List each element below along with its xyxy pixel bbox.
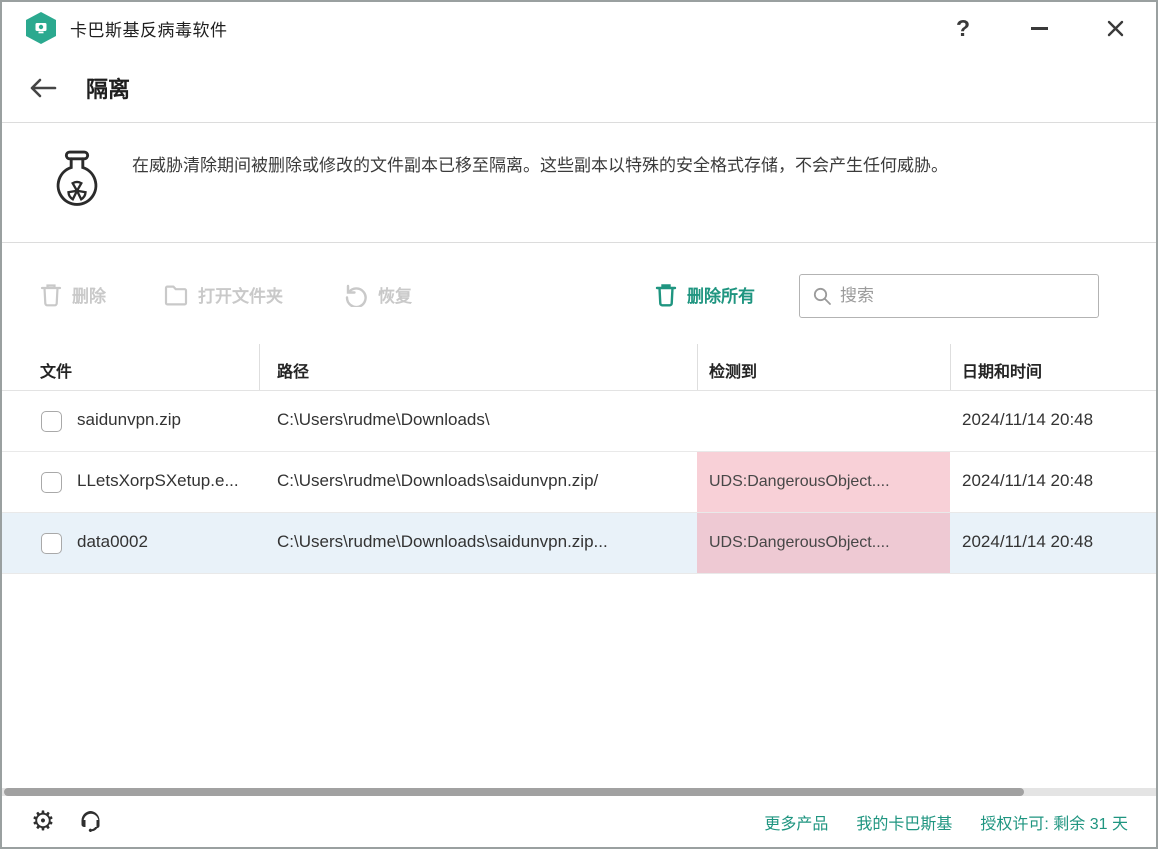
trash-all-icon xyxy=(655,283,677,307)
search-box[interactable] xyxy=(799,274,1099,318)
close-button[interactable] xyxy=(1102,15,1128,41)
help-button[interactable]: ? xyxy=(950,15,976,41)
quarantine-flask-icon xyxy=(46,148,108,225)
kaspersky-logo-icon xyxy=(26,12,56,44)
page-title: 隔离 xyxy=(86,72,130,104)
cell-file: LLetsXorpSXetup.e... xyxy=(77,471,239,491)
delete-all-label: 删除所有 xyxy=(687,282,755,307)
quarantine-description: 在威胁清除期间被删除或修改的文件副本已移至隔离。这些副本以特殊的安全格式存储，不… xyxy=(132,152,1132,181)
window-controls: ? xyxy=(950,15,1128,41)
quarantine-info-section: 在威胁清除期间被删除或修改的文件副本已移至隔离。这些副本以特殊的安全格式存储，不… xyxy=(2,124,1156,243)
cell-path: C:\Users\rudme\Downloads\ xyxy=(277,410,490,430)
quarantine-table: 文件 路径 检测到 日期和时间 saidunvpn.zip C:\Users\r… xyxy=(2,344,1156,574)
table-row[interactable]: LLetsXorpSXetup.e... C:\Users\rudme\Down… xyxy=(2,452,1156,513)
back-button[interactable] xyxy=(28,73,62,103)
cell-file: data0002 xyxy=(77,532,148,552)
cell-file: saidunvpn.zip xyxy=(77,410,181,430)
row-checkbox[interactable] xyxy=(41,533,62,554)
footer-links: 更多产品 我的卡巴斯基 授权许可: 剩余 31 天 xyxy=(764,810,1128,834)
headset-icon xyxy=(78,809,104,835)
open-folder-button[interactable]: 打开文件夹 xyxy=(164,282,283,307)
column-header-file[interactable]: 文件 xyxy=(40,358,72,382)
gear-icon: ⚙ xyxy=(31,808,55,835)
more-products-link[interactable]: 更多产品 xyxy=(764,810,828,834)
cell-datetime: 2024/11/14 20:48 xyxy=(962,471,1093,491)
restore-label: 恢复 xyxy=(378,282,412,307)
table-header: 文件 路径 检测到 日期和时间 xyxy=(2,344,1156,391)
footer-bar: ⚙ 更多产品 我的卡巴斯基 授权许可: 剩余 31 天 xyxy=(2,796,1156,847)
open-folder-label: 打开文件夹 xyxy=(198,282,283,307)
column-divider xyxy=(697,344,698,390)
cell-path: C:\Users\rudme\Downloads\saidunvpn.zip..… xyxy=(277,532,608,552)
close-icon xyxy=(1107,20,1124,37)
minimize-icon xyxy=(1031,27,1048,30)
title-bar: 卡巴斯基反病毒软件 ? xyxy=(2,2,1156,54)
column-header-path[interactable]: 路径 xyxy=(277,358,309,382)
cell-path: C:\Users\rudme\Downloads\saidunvpn.zip/ xyxy=(277,471,598,491)
column-divider xyxy=(950,344,951,390)
restore-icon xyxy=(344,283,368,307)
page-header: 隔离 xyxy=(2,54,1156,123)
toolbar: 删除 打开文件夹 恢复 删除所有 xyxy=(2,260,1156,330)
delete-button[interactable]: 删除 xyxy=(40,282,106,307)
search-input[interactable] xyxy=(840,286,1086,306)
horizontal-scrollbar[interactable] xyxy=(2,788,1156,796)
table-row[interactable]: saidunvpn.zip C:\Users\rudme\Downloads\ … xyxy=(2,391,1156,452)
folder-icon xyxy=(164,284,188,306)
search-icon xyxy=(812,286,832,306)
settings-button[interactable]: ⚙ xyxy=(28,807,58,837)
trash-icon xyxy=(40,283,62,307)
column-header-detected[interactable]: 检测到 xyxy=(709,358,757,382)
delete-label: 删除 xyxy=(72,282,106,307)
cell-datetime: 2024/11/14 20:48 xyxy=(962,532,1093,552)
back-arrow-icon xyxy=(28,76,58,100)
restore-button[interactable]: 恢复 xyxy=(344,282,412,307)
cell-datetime: 2024/11/14 20:48 xyxy=(962,410,1093,430)
row-checkbox[interactable] xyxy=(41,472,62,493)
delete-all-button[interactable]: 删除所有 xyxy=(655,282,755,307)
column-header-datetime[interactable]: 日期和时间 xyxy=(962,358,1042,382)
kaspersky-window: 卡巴斯基反病毒软件 ? 隔离 xyxy=(0,0,1158,849)
row-checkbox[interactable] xyxy=(41,411,62,432)
horizontal-scrollbar-thumb[interactable] xyxy=(4,788,1024,796)
minimize-button[interactable] xyxy=(1026,15,1052,41)
my-kaspersky-link[interactable]: 我的卡巴斯基 xyxy=(856,810,952,834)
license-status-link[interactable]: 授权许可: 剩余 31 天 xyxy=(980,810,1128,834)
cell-detected-threat: UDS:DangerousObject.... xyxy=(697,452,950,512)
cell-detected-threat: UDS:DangerousObject.... xyxy=(697,513,950,573)
app-title: 卡巴斯基反病毒软件 xyxy=(70,16,228,41)
column-divider xyxy=(259,344,260,390)
support-button[interactable] xyxy=(76,807,106,837)
table-row-selected[interactable]: data0002 C:\Users\rudme\Downloads\saidun… xyxy=(2,513,1156,574)
